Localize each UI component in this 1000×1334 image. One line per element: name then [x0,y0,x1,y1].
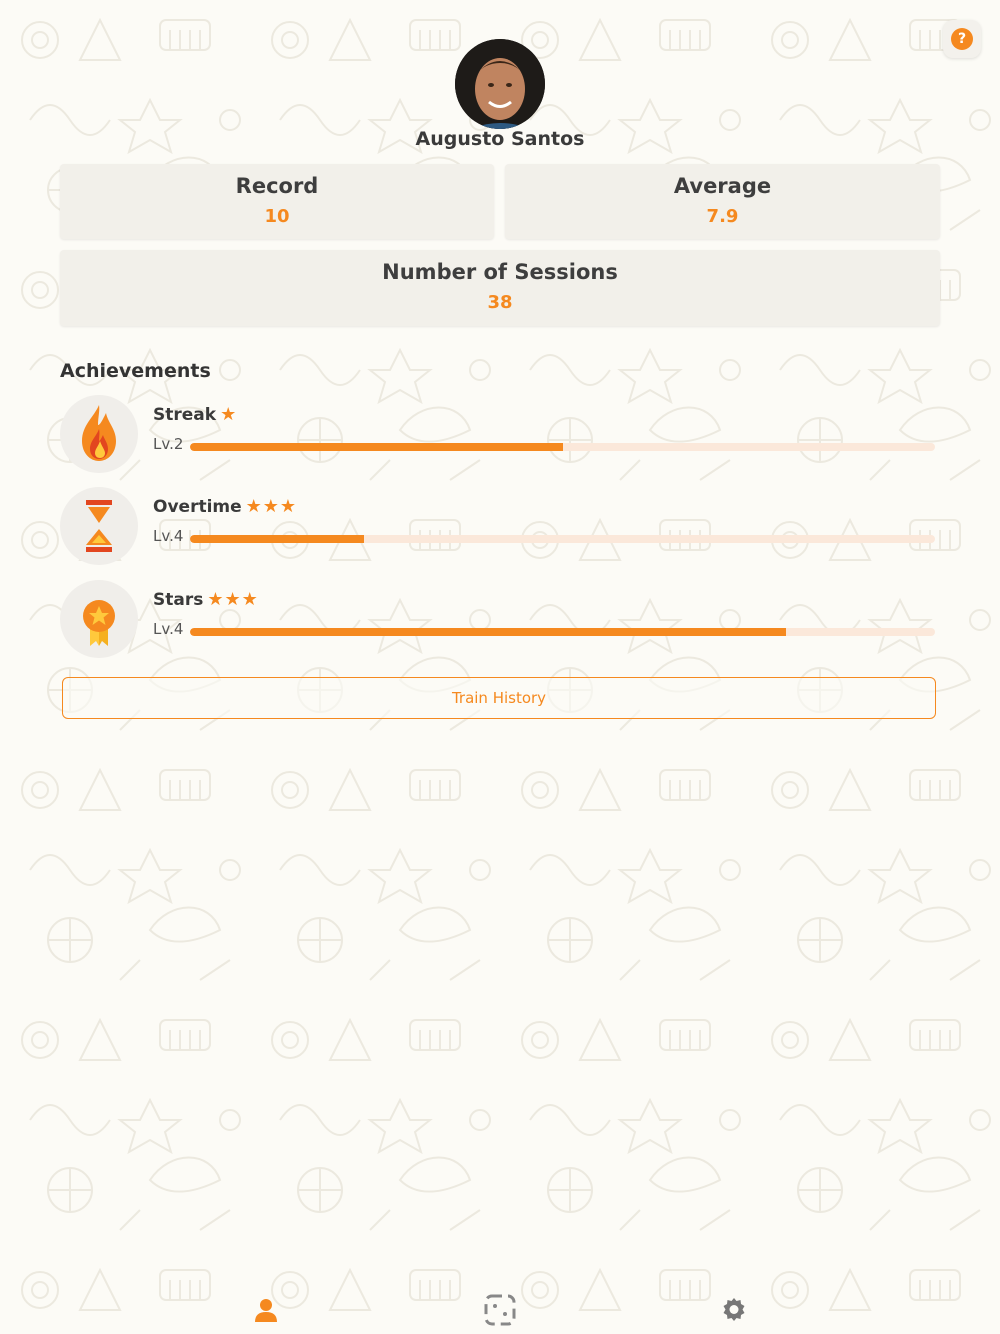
tab-settings[interactable] [712,1290,756,1330]
progress-track [190,535,935,543]
tab-profile[interactable] [244,1290,288,1330]
hourglass-icon [86,500,112,552]
achievement-stars: ★★★ [207,589,259,610]
sessions-value: 38 [487,292,513,313]
frame-icon [484,1294,516,1326]
achievement-name-text: Streak [153,405,217,425]
achievement-name: Stars ★★★ [153,589,259,610]
average-value: 7.9 [706,206,739,227]
achievement-level: Lv.4 [153,620,184,638]
flame-icon [82,405,116,461]
average-label: Average [673,174,772,198]
tab-training[interactable] [478,1290,522,1330]
progress-fill [190,535,364,543]
gear-icon [723,1298,745,1321]
achievement-level: Lv.2 [153,435,184,453]
help-button[interactable]: ? [943,20,981,58]
sessions-card: Number of Sessions 38 [60,250,940,326]
record-card: Record 10 [60,164,494,239]
achievement-icon-badge [60,580,138,658]
achievement-name: Streak ★ [153,404,237,425]
achievement-name-text: Overtime [153,497,242,517]
achievements-title: Achievements [60,360,211,382]
achievement-name: Overtime ★★★ [153,496,297,517]
progress-fill [190,443,563,451]
user-name: Augusto Santos [415,128,585,150]
average-card: Average 7.9 [505,164,940,239]
train-history-button[interactable]: Train History [62,677,936,719]
progress-track [190,628,935,636]
achievement-stars-badge[interactable]: Stars ★★★ Lv.4 [60,580,940,660]
sessions-label: Number of Sessions [382,260,618,284]
profile-screen: ? Augusto Santos Record 10 Average 7.9 N… [0,0,1000,1334]
achievement-icon-badge [60,487,138,565]
record-label: Record [235,174,319,198]
achievement-level: Lv.4 [153,527,184,545]
avatar-photo [455,39,545,129]
progress-track [190,443,935,451]
progress-fill [190,628,786,636]
help-icon: ? [951,28,973,50]
achievement-name-text: Stars [153,590,204,610]
achievement-stars: ★ [220,404,238,425]
achievement-overtime[interactable]: Overtime ★★★ Lv.4 [60,487,940,567]
achievement-streak[interactable]: Streak ★ Lv.2 [60,395,940,475]
person-icon [255,1299,277,1322]
achievement-icon-badge [60,395,138,473]
record-value: 10 [264,206,290,227]
star-medal-icon [83,600,115,646]
achievement-stars: ★★★ [245,496,298,517]
avatar [455,39,545,129]
